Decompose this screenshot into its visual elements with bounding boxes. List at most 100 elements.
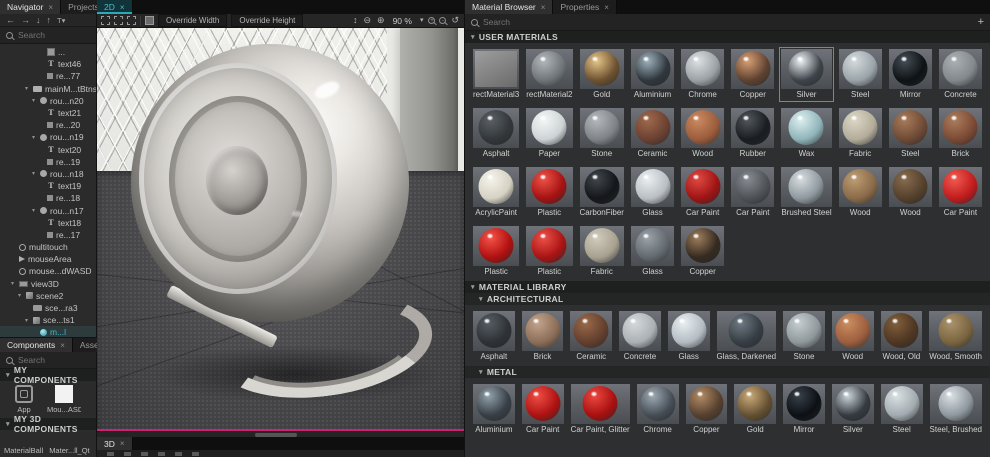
- zoom-fit-icon[interactable]: -: [439, 17, 446, 24]
- zoom-out-icon[interactable]: ⊖: [362, 16, 372, 25]
- tree-item[interactable]: mouseArea: [0, 253, 96, 265]
- close-icon[interactable]: ×: [120, 3, 125, 12]
- zoom-level-value[interactable]: 90 %: [390, 16, 415, 26]
- component-label[interactable]: Mater...ll_Qt: [49, 446, 89, 455]
- material-tile[interactable]: Concrete: [617, 309, 663, 364]
- tree-item[interactable]: ▾rou...n19: [0, 131, 96, 143]
- material-tile[interactable]: Copper: [729, 47, 776, 102]
- tree-item[interactable]: Ttext46: [0, 58, 96, 70]
- expander-caret-icon[interactable]: ▾: [16, 292, 23, 299]
- close-icon[interactable]: ×: [604, 3, 609, 12]
- tab-2d[interactable]: 2D ×: [97, 0, 133, 14]
- material-tile[interactable]: Wood: [679, 106, 726, 161]
- material-tile[interactable]: rectMaterial3: [471, 47, 521, 102]
- material-library-header[interactable]: ▾ MATERIAL LIBRARY: [465, 281, 990, 293]
- material-tile[interactable]: Wood: [837, 165, 884, 220]
- expander-caret-icon[interactable]: ▾: [23, 317, 30, 324]
- zoom-in-icon[interactable]: ⊕: [376, 16, 386, 25]
- tree-item[interactable]: re...17: [0, 229, 96, 241]
- cursor-resize-icon[interactable]: ↕: [352, 16, 359, 25]
- tree-item[interactable]: Ttext20: [0, 144, 96, 156]
- material-tile[interactable]: Wax: [779, 106, 833, 161]
- material-tile[interactable]: Gold: [732, 382, 778, 437]
- material-tile[interactable]: Car Paint, Glitter: [569, 382, 632, 437]
- tree-item[interactable]: ▾rou...n17: [0, 204, 96, 216]
- select-sibling-tool-icon[interactable]: [127, 16, 136, 25]
- override-width-field[interactable]: Override Width: [158, 14, 227, 27]
- expander-caret-icon[interactable]: ▾: [9, 280, 16, 287]
- material-tile[interactable]: Car Paint: [937, 165, 984, 220]
- tree-item[interactable]: re...18: [0, 192, 96, 204]
- tab-properties[interactable]: Properties ×: [553, 0, 616, 14]
- material-tile[interactable]: Stone: [781, 309, 827, 364]
- my-components-header[interactable]: ▾ MY COMPONENTS: [0, 369, 96, 381]
- tree-item[interactable]: multitouch: [0, 241, 96, 253]
- select-child-tool-icon[interactable]: [114, 16, 123, 25]
- material-tile[interactable]: Rubber: [729, 106, 776, 161]
- material-tile[interactable]: Plastic: [471, 224, 521, 279]
- move-down-icon[interactable]: ↓: [36, 15, 41, 25]
- material-tile[interactable]: Wood: [887, 165, 934, 220]
- material-tile[interactable]: Mirror: [781, 382, 827, 437]
- material-tile[interactable]: Steel: [879, 382, 925, 437]
- close-icon[interactable]: ×: [541, 3, 546, 12]
- material-tile[interactable]: Wood, Old: [879, 309, 925, 364]
- material-tile[interactable]: Glass: [629, 165, 676, 220]
- component-item[interactable]: Mou...ASD: [48, 385, 80, 414]
- tree-item[interactable]: Ttext21: [0, 107, 96, 119]
- close-icon[interactable]: ×: [60, 341, 65, 350]
- material-tile[interactable]: Brick: [937, 106, 984, 161]
- horizontal-scrollbar[interactable]: [97, 431, 464, 437]
- material-tile[interactable]: Fabric: [837, 106, 884, 161]
- override-height-field[interactable]: Override Height: [231, 14, 303, 27]
- material-tile[interactable]: Chrome: [679, 47, 726, 102]
- tree-item[interactable]: sce...ra3: [0, 302, 96, 314]
- material-tile[interactable]: Wood: [830, 309, 876, 364]
- material-tile[interactable]: rectMaterial2: [524, 47, 574, 102]
- material-tile[interactable]: Car Paint: [520, 382, 566, 437]
- material-tile[interactable]: Silver: [779, 47, 833, 102]
- material-tile[interactable]: Glass: [629, 224, 676, 279]
- expander-caret-icon[interactable]: ▾: [23, 85, 30, 92]
- material-tile[interactable]: Concrete: [937, 47, 984, 102]
- tree-item[interactable]: Ttext18: [0, 217, 96, 229]
- material-tile[interactable]: Glass: [666, 309, 712, 364]
- tree-item[interactable]: Ttext19: [0, 180, 96, 192]
- material-tile[interactable]: Fabric: [578, 224, 626, 279]
- material-tile[interactable]: Copper: [679, 224, 726, 279]
- back-arrow-icon[interactable]: ←: [6, 15, 15, 25]
- metal-header[interactable]: ▾ METAL: [465, 366, 990, 378]
- tree-item[interactable]: m...l: [0, 326, 96, 337]
- material-tile[interactable]: Copper: [684, 382, 730, 437]
- select-tool-icon[interactable]: [101, 16, 110, 25]
- scrollbar-thumb[interactable]: [255, 433, 297, 437]
- material-tile[interactable]: Ceramic: [629, 106, 676, 161]
- component-label[interactable]: MaterialBall: [4, 446, 43, 455]
- component-item[interactable]: App: [8, 385, 40, 414]
- tree-item[interactable]: re...20: [0, 119, 96, 131]
- material-tile[interactable]: Plastic: [524, 165, 574, 220]
- material-tile[interactable]: AcrylicPaint: [471, 165, 521, 220]
- expander-caret-icon[interactable]: ▾: [30, 97, 37, 104]
- material-tile[interactable]: Car Paint: [679, 165, 726, 220]
- tree-item[interactable]: ...: [0, 46, 96, 58]
- material-tile[interactable]: Steel: [887, 106, 934, 161]
- forward-arrow-icon[interactable]: →: [21, 15, 30, 25]
- tab-components[interactable]: Components ×: [0, 338, 73, 352]
- material-tile[interactable]: Asphalt: [471, 106, 521, 161]
- tree-item[interactable]: ▾view3D: [0, 278, 96, 290]
- material-tile[interactable]: Silver: [830, 382, 876, 437]
- close-icon[interactable]: ×: [120, 439, 125, 448]
- tree-item[interactable]: re...77: [0, 70, 96, 82]
- material-tile[interactable]: Brushed Steel: [779, 165, 833, 220]
- tab-3d[interactable]: 3D ×: [97, 437, 133, 450]
- material-tile[interactable]: Aluminium: [471, 382, 517, 437]
- reset-view-icon[interactable]: ↺: [450, 16, 460, 25]
- material-tile[interactable]: CarbonFiber: [578, 165, 626, 220]
- zoom-selection-icon[interactable]: +: [428, 17, 435, 24]
- filter-icon[interactable]: T▾: [57, 16, 65, 25]
- viewport-canvas[interactable]: [97, 28, 464, 431]
- material-tile[interactable]: Car Paint: [729, 165, 776, 220]
- material-tile[interactable]: Mirror: [887, 47, 934, 102]
- material-tile[interactable]: Asphalt: [471, 309, 517, 364]
